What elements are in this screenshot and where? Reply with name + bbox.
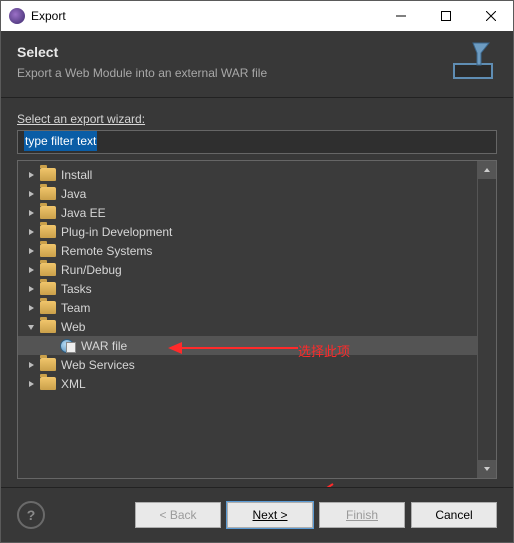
next-button[interactable]: Next > [227,502,313,528]
collapse-icon[interactable] [24,320,38,334]
header-title: Select [17,44,445,60]
tree-item-label: XML [61,377,86,391]
tree-item-team[interactable]: Team [18,298,478,317]
maximize-button[interactable] [423,1,468,31]
expand-icon[interactable] [24,282,38,296]
filter-text: type filter text [24,131,97,151]
tree-item-label: WAR file [81,339,127,353]
tree-item-label: Install [61,168,92,182]
tree-item-web-services[interactable]: Web Services [18,355,478,374]
folder-icon [40,377,56,390]
tree-item-java-ee[interactable]: Java EE [18,203,478,222]
tree-item-label: Remote Systems [61,244,152,258]
window-title: Export [31,9,378,23]
expand-icon[interactable] [24,206,38,220]
folder-icon [40,187,56,200]
vertical-scrollbar[interactable] [477,161,496,478]
help-button[interactable]: ? [17,501,45,529]
expand-icon[interactable] [24,301,38,315]
tree-item-label: Tasks [61,282,92,296]
tree-item-label: Run/Debug [61,263,122,277]
tree-item-run-debug[interactable]: Run/Debug [18,260,478,279]
tree-item-label: Team [61,301,90,315]
cancel-button[interactable]: Cancel [411,502,497,528]
expand-icon[interactable] [24,377,38,391]
tree-item-label: Web [61,320,85,334]
scroll-track[interactable] [478,179,496,460]
export-dialog: Export Select Export a Web Module into a… [0,0,514,543]
expand-icon[interactable] [24,244,38,258]
window-controls [378,1,513,31]
folder-icon [40,301,56,314]
folder-icon [40,282,56,295]
tree-item-plug-in-development[interactable]: Plug-in Development [18,222,478,241]
tree-item-install[interactable]: Install [18,165,478,184]
folder-icon [40,206,56,219]
expand-icon[interactable] [24,168,38,182]
eclipse-icon [9,8,25,24]
filter-input[interactable]: type filter text [17,130,497,154]
tree-item-remote-systems[interactable]: Remote Systems [18,241,478,260]
folder-icon [40,244,56,257]
tree-item-xml[interactable]: XML [18,374,478,393]
tree-item-war-file[interactable]: WAR file [18,336,478,355]
minimize-button[interactable] [378,1,423,31]
folder-icon [40,320,56,333]
close-button[interactable] [468,1,513,31]
folder-icon [40,263,56,276]
tree-item-label: Java [61,187,86,201]
expand-icon[interactable] [24,358,38,372]
war-file-icon [60,339,76,353]
folder-icon [40,358,56,371]
tree-viewport[interactable]: Install Java Java EE Plug-in Development Rem… [18,161,478,478]
expand-icon[interactable] [24,225,38,239]
finish-button[interactable]: Finish [319,502,405,528]
scroll-up-button[interactable] [478,161,496,179]
tree-item-web[interactable]: Web [18,317,478,336]
expand-icon[interactable] [24,263,38,277]
scroll-down-button[interactable] [478,460,496,478]
wizard-tree: Install Java Java EE Plug-in Development Rem… [17,160,497,479]
titlebar: Export [1,1,513,31]
dialog-body: Select an export wizard: type filter tex… [1,98,513,487]
tree-item-label: Plug-in Development [61,225,172,239]
tree-item-label: Java EE [61,206,106,220]
expand-icon[interactable] [24,187,38,201]
back-button[interactable]: < Back [135,502,221,528]
expand-icon[interactable] [44,339,58,353]
header-subtitle: Export a Web Module into an external WAR… [17,66,445,80]
tree-item-tasks[interactable]: Tasks [18,279,478,298]
folder-icon [40,168,56,181]
folder-icon [40,225,56,238]
dialog-header: Select Export a Web Module into an exter… [1,31,513,98]
export-icon [445,41,497,83]
tree-item-java[interactable]: Java [18,184,478,203]
wizard-label: Select an export wizard: [17,112,497,126]
dialog-footer: ? < Back Next > Finish Cancel [1,487,513,542]
tree-item-label: Web Services [61,358,135,372]
